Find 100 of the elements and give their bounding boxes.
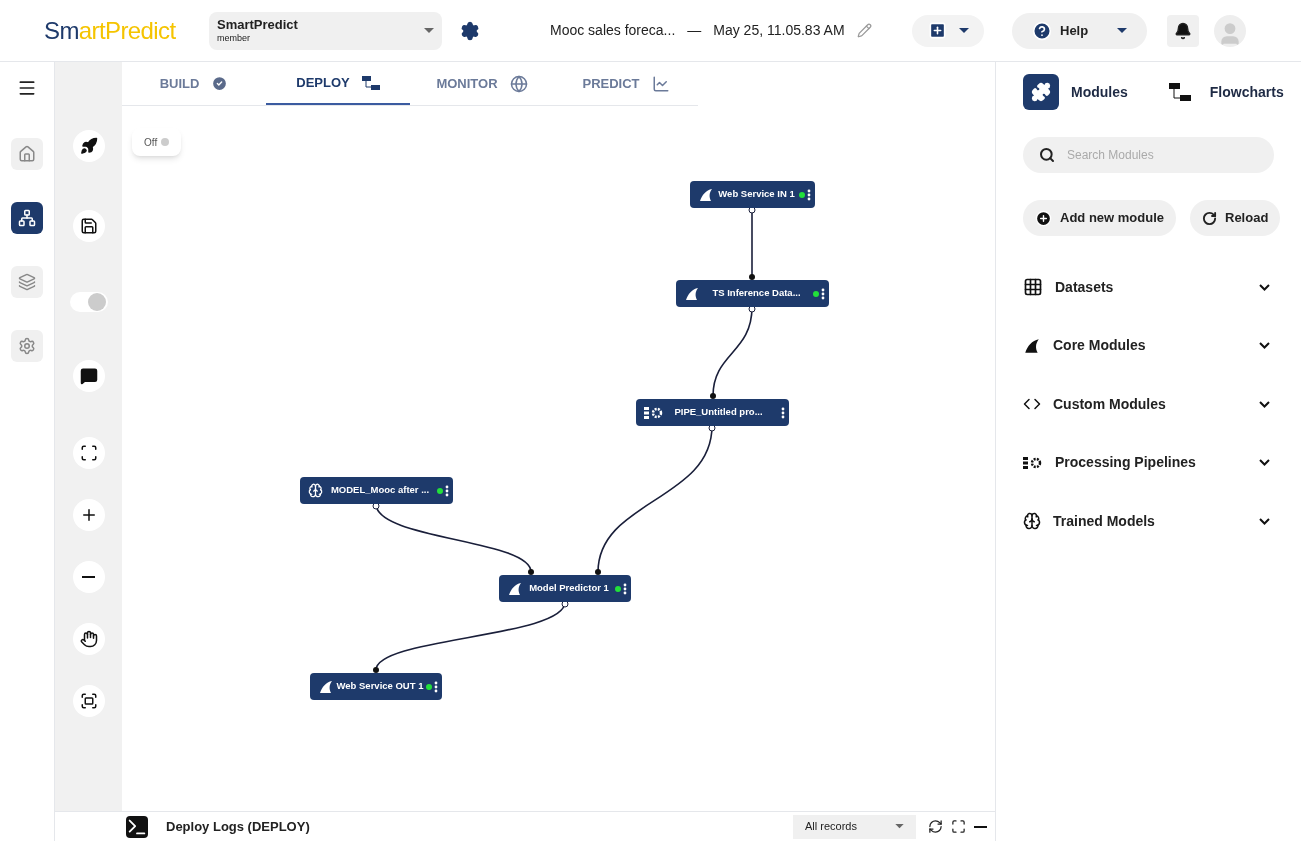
settings-icon <box>460 20 480 41</box>
plus-square-icon <box>927 21 947 40</box>
settings-button[interactable] <box>460 20 480 41</box>
tool-button[interactable] <box>72 685 105 717</box>
workspace-role: member <box>217 33 251 45</box>
pipeline-gear-icon <box>1023 455 1043 470</box>
section-header[interactable]: Custom Modules <box>1023 375 1274 434</box>
logs-title: Deploy Logs (DEPLOY) <box>166 817 310 836</box>
rocket-icon <box>79 137 98 155</box>
search-icon <box>1039 147 1055 163</box>
caret-icon <box>424 27 434 34</box>
panel-tab[interactable]: Modules <box>1023 74 1128 110</box>
fit-view-icon <box>79 444 98 462</box>
node-label: TS Inference Data... <box>711 286 802 301</box>
edit-icon <box>856 23 872 38</box>
more-icon <box>821 287 825 300</box>
caret-icon <box>958 27 969 34</box>
hand-icon <box>79 630 98 648</box>
minimize-icon <box>974 825 987 828</box>
chevron-down-icon <box>1259 400 1270 408</box>
help-button[interactable]: Help <box>1012 12 1147 49</box>
node-label: Web Service OUT 1 <box>335 679 425 694</box>
reload-icon <box>1202 210 1217 226</box>
brain-icon <box>1023 512 1041 531</box>
tool-button[interactable] <box>72 360 105 392</box>
node-label: Model Predictor 1 <box>528 581 610 596</box>
refresh-icon <box>928 819 943 834</box>
grid-icon <box>1023 277 1043 298</box>
rail-item[interactable] <box>11 202 43 234</box>
add-circle-icon <box>1035 209 1052 227</box>
logo: SmartPredict <box>44 15 177 46</box>
workspace-select[interactable]: SmartPredict member <box>209 11 442 50</box>
add-button[interactable] <box>912 14 984 47</box>
expand-button[interactable] <box>951 819 966 834</box>
section-header[interactable]: Processing Pipelines <box>1023 433 1274 492</box>
more-icon <box>434 680 438 693</box>
toggle-switch[interactable] <box>69 292 108 312</box>
section-header[interactable]: Datasets <box>1023 258 1274 317</box>
fin-icon <box>698 186 714 203</box>
help-icon <box>1032 20 1052 41</box>
flow-node[interactable]: PIPE_Untitled pro... <box>636 399 789 426</box>
status-switch[interactable]: Off <box>132 128 182 156</box>
section-header[interactable]: Trained Models <box>1023 492 1274 551</box>
fin-icon <box>507 580 523 597</box>
chevron-down-icon <box>1259 283 1270 291</box>
flowchart-icon <box>1168 83 1191 101</box>
more-icon <box>781 406 785 419</box>
tool-button[interactable] <box>72 499 105 531</box>
node-label: MODEL_Mooc after ... <box>329 483 431 498</box>
menu-icon <box>17 78 37 98</box>
refresh-button[interactable] <box>928 819 943 834</box>
flow-node[interactable]: Web Service IN 1 <box>690 181 815 208</box>
terminal-icon <box>126 815 148 838</box>
chevron-down-icon <box>1259 342 1270 350</box>
workspace-name: SmartPredict <box>217 16 298 33</box>
search-input[interactable]: Search Modules <box>1067 146 1258 164</box>
panel-button[interactable]: Add new module <box>1023 200 1176 236</box>
caret-icon <box>895 824 904 829</box>
flowchart-icon <box>361 75 380 90</box>
records-select[interactable]: All records <box>793 814 916 839</box>
tool-button[interactable] <box>72 437 105 469</box>
mode-tab[interactable]: PREDICT <box>554 62 698 105</box>
node-label: PIPE_Untitled pro... <box>673 405 764 420</box>
caret-icon <box>1117 27 1127 34</box>
tool-button[interactable] <box>72 623 105 655</box>
expand-icon <box>951 819 966 834</box>
more-icon <box>807 188 811 201</box>
menu-button[interactable] <box>17 78 37 98</box>
hierarchy-icon <box>18 209 36 227</box>
fin-icon <box>318 678 334 695</box>
search-field[interactable]: Search Modules <box>1023 137 1274 173</box>
section-header[interactable]: Core Modules <box>1023 316 1274 375</box>
flow-node[interactable]: TS Inference Data... <box>676 280 829 307</box>
tool-button[interactable] <box>72 210 105 242</box>
fin-icon <box>684 285 700 302</box>
chevron-down-icon <box>1259 517 1270 525</box>
mode-tab[interactable]: MONITOR <box>410 62 554 105</box>
project-date: May 25, 11.05.83 AM <box>713 21 845 40</box>
brain-icon <box>308 483 323 498</box>
panel-button[interactable]: Reload <box>1190 200 1281 236</box>
check-circle-icon <box>211 75 229 92</box>
panel-tab[interactable]: Flowcharts <box>1161 74 1284 110</box>
separator: — <box>687 21 702 40</box>
flow-node[interactable]: MODEL_Mooc after ... <box>300 477 453 504</box>
settings-icon <box>18 337 36 355</box>
mode-tab[interactable]: BUILD <box>122 62 266 105</box>
flow-node[interactable]: Web Service OUT 1 <box>310 673 442 700</box>
notifications-button[interactable] <box>1167 14 1199 47</box>
pipeline-gear-icon <box>644 405 664 420</box>
save-icon <box>79 217 98 235</box>
puzzle-icon <box>1031 82 1051 102</box>
tool-button[interactable] <box>72 130 105 162</box>
more-icon <box>445 484 449 497</box>
project-title: Mooc sales foreca... <box>550 21 676 40</box>
node-label: Web Service IN 1 <box>717 187 796 202</box>
chart-icon <box>651 74 670 93</box>
tool-button[interactable] <box>72 561 105 593</box>
home-icon <box>18 145 36 163</box>
flow-node[interactable]: Model Predictor 1 <box>499 575 631 602</box>
frame-icon <box>79 692 98 710</box>
